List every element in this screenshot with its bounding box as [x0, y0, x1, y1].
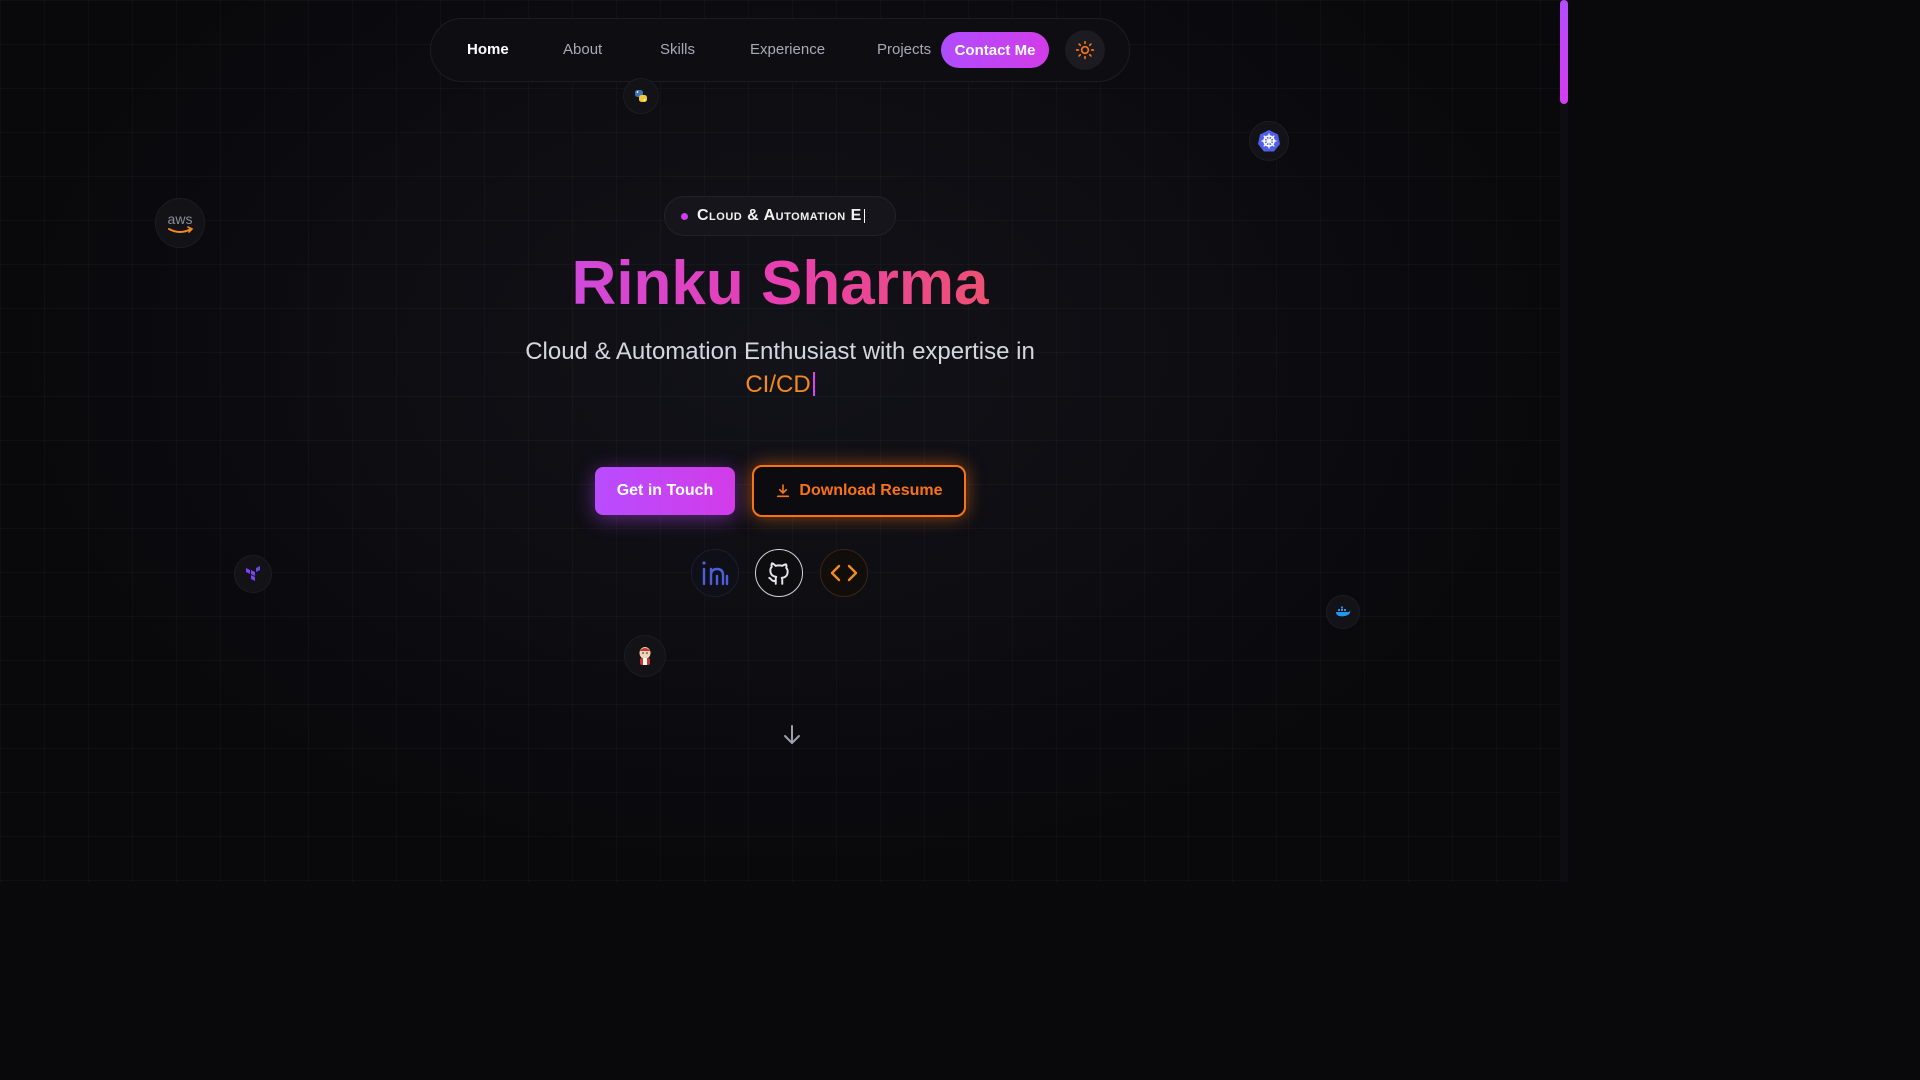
hero-subtitle: Cloud & Automation Enthusiast with exper… [525, 338, 1035, 365]
code-icon [830, 564, 858, 582]
contact-me-button[interactable]: Contact Me [941, 32, 1049, 68]
hero-name: Rinku Sharma [0, 244, 1560, 324]
badge-text: Cloud & Automation E [697, 207, 862, 224]
hero-role: CI/CD [0, 369, 1560, 401]
kubernetes-icon [1249, 121, 1289, 161]
scroll-down-icon[interactable] [781, 723, 803, 747]
download-icon [777, 484, 790, 498]
nav-home[interactable]: Home [467, 41, 509, 58]
download-resume-label: Download Resume [799, 482, 943, 499]
github-link[interactable] [755, 549, 803, 597]
nav-skills[interactable]: Skills [660, 41, 695, 58]
github-icon [768, 562, 789, 585]
aws-icon: aws [155, 198, 205, 248]
badge-dot [681, 212, 688, 220]
jenkins-icon [624, 635, 666, 677]
docker-icon [1326, 595, 1360, 629]
nav-projects[interactable]: Projects [877, 41, 931, 58]
scrollbar-thumb[interactable] [1560, 0, 1568, 104]
nav-about[interactable]: About [563, 41, 602, 58]
theme-toggle-button[interactable] [1065, 30, 1105, 70]
download-resume-button[interactable]: Download Resume [752, 465, 966, 517]
get-in-touch-button[interactable]: Get in Touch [595, 467, 735, 515]
linkedin-link[interactable] [691, 549, 739, 597]
sun-icon [1075, 40, 1095, 60]
portfolio-page: Home About Skills Experience Projects Co… [0, 0, 1568, 882]
top-nav: Home About Skills Experience Projects Co… [430, 18, 1130, 82]
role-badge: Cloud & Automation E [664, 196, 896, 236]
terraform-icon [234, 555, 272, 593]
page-scrollbar[interactable] [1560, 0, 1568, 882]
python-icon [623, 78, 659, 114]
typing-caret [812, 372, 815, 396]
nav-experience[interactable]: Experience [750, 41, 825, 58]
svg-text:aws: aws [168, 211, 193, 227]
code-link[interactable] [820, 549, 868, 597]
hero-role-text: CI/CD [745, 371, 811, 398]
linkedin-icon [702, 561, 729, 586]
typing-caret [863, 209, 865, 223]
